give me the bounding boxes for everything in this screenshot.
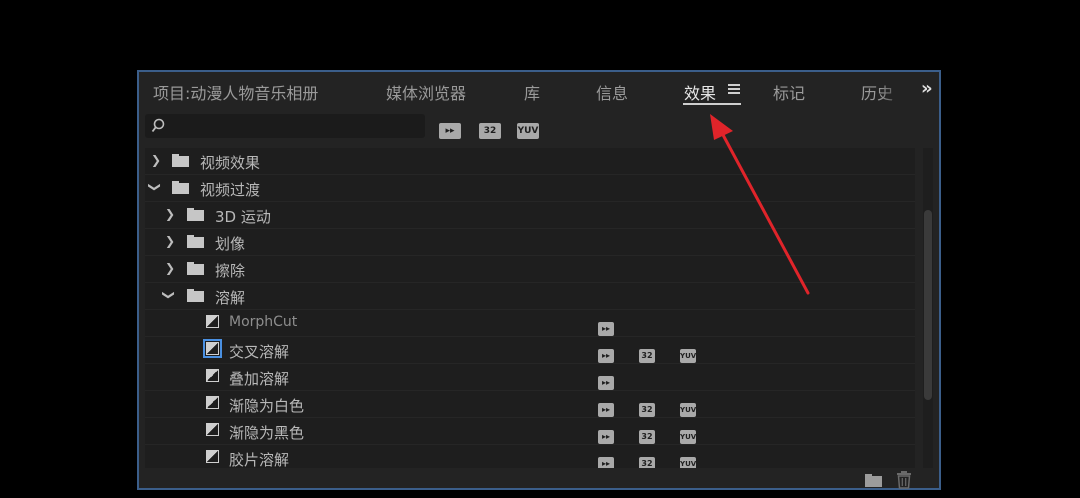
annotation-arrow (710, 114, 810, 295)
